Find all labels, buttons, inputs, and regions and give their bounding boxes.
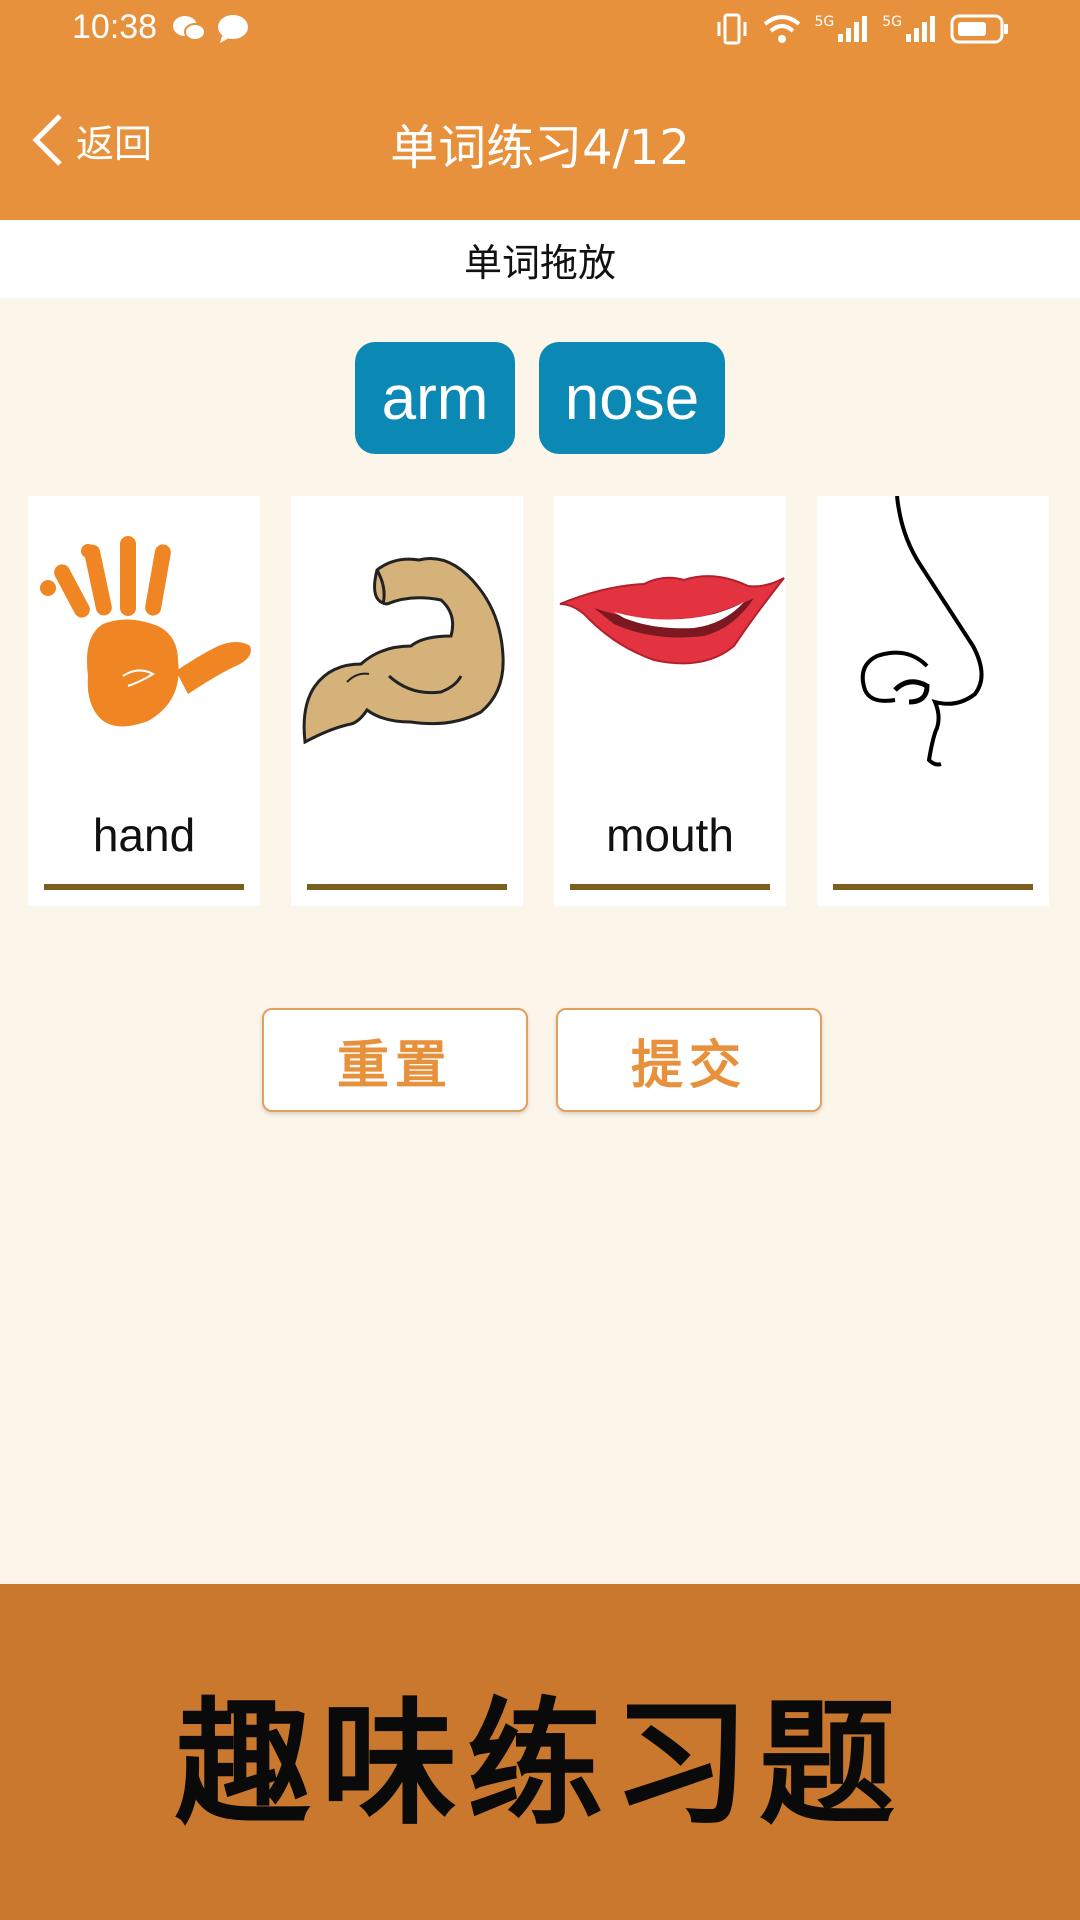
- signal-icon: 5G: [814, 14, 870, 44]
- wifi-icon: [764, 15, 801, 43]
- word-tile-nose[interactable]: nose: [539, 342, 725, 454]
- answer-line: [307, 884, 507, 890]
- card-word-nose: [817, 808, 1049, 864]
- card-word-hand: hand: [92, 809, 196, 861]
- drop-card-nose[interactable]: [817, 496, 1049, 906]
- message-icon: [218, 15, 248, 43]
- drop-card-mouth[interactable]: mouth: [554, 496, 786, 906]
- nav-bar: 返回 单词练习4/12: [0, 60, 1080, 220]
- battery-icon: [950, 14, 1008, 44]
- word-tile-arm[interactable]: arm: [355, 342, 515, 454]
- card-word-mouth: mouth: [606, 809, 734, 861]
- picture-cards: hand mouth: [28, 496, 1052, 906]
- arm-icon: [302, 557, 505, 745]
- exercise-type-label: 单词拖放: [463, 240, 616, 285]
- page-title: 单词练习4/12: [390, 120, 690, 176]
- status-time: 10:38: [72, 8, 158, 46]
- reset-button[interactable]: 重置: [262, 1008, 528, 1112]
- mouth-icon: [559, 575, 785, 665]
- answer-line: [833, 884, 1033, 890]
- wechat-icon: [173, 16, 206, 41]
- answer-line: [44, 884, 244, 890]
- subtitle-bar: 单词拖放: [0, 220, 1080, 298]
- card-word-arm: [291, 808, 523, 864]
- word-tiles: arm nose: [0, 342, 1080, 454]
- signal-icon-2: 5G: [882, 14, 938, 44]
- promo-banner: 趣味练习题: [0, 1584, 1080, 1920]
- submit-button[interactable]: 提交: [556, 1008, 822, 1112]
- banner-text: 趣味练习题: [175, 1685, 905, 1844]
- status-bar: 10:38 5G 5G: [0, 0, 1080, 60]
- nose-icon: [860, 496, 984, 767]
- answer-line: [570, 884, 770, 890]
- vibrate-icon: [717, 13, 747, 45]
- drop-card-arm[interactable]: [291, 496, 523, 906]
- hand-icon: [40, 536, 251, 727]
- drop-card-hand[interactable]: hand: [28, 496, 260, 906]
